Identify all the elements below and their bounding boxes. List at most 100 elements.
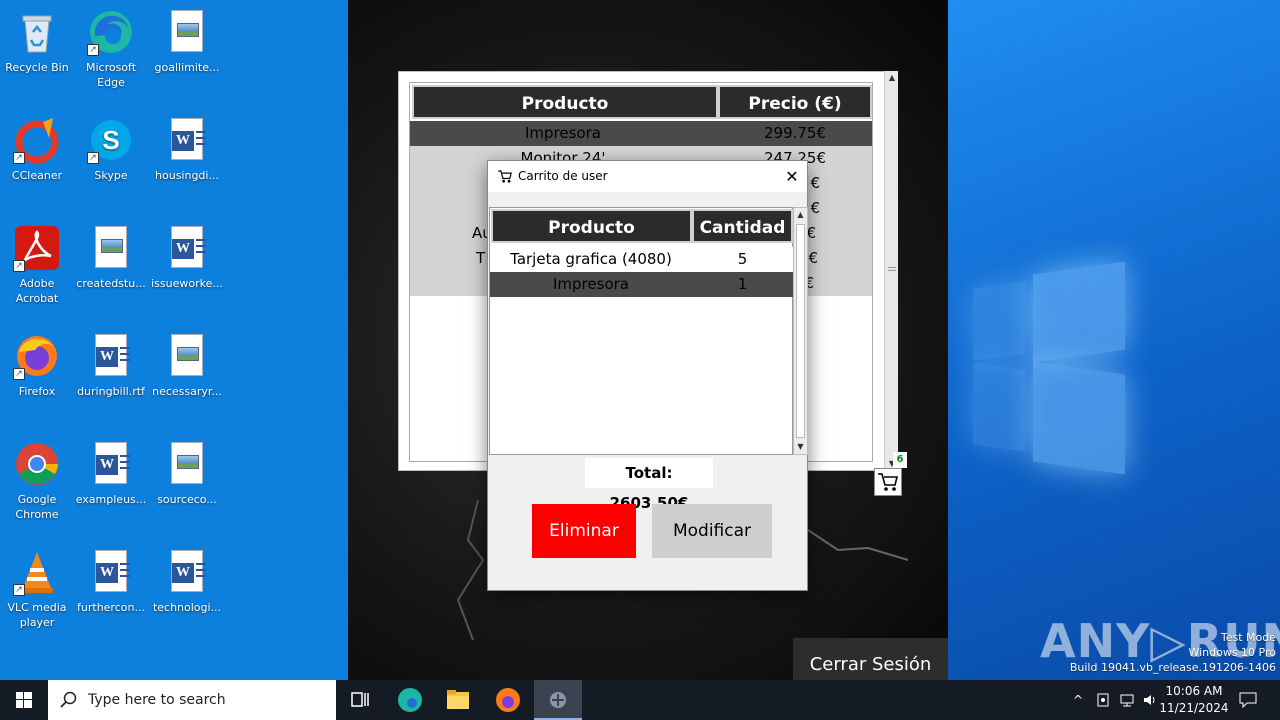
dialog-title: Carrito de user xyxy=(518,169,608,183)
tray-device-icon[interactable] xyxy=(1092,680,1114,720)
cart-dialog: Carrito de user ✕ Producto Cantidad Tarj… xyxy=(487,160,808,591)
desktop-icon-edge[interactable]: ↗ Microsoft Edge xyxy=(74,8,148,90)
edge-icon: ↗ xyxy=(87,8,135,56)
cart-table: Producto Cantidad Tarjeta grafica (4080)… xyxy=(489,207,794,455)
word-doc-icon: W xyxy=(163,116,211,164)
product-list-scrollbar[interactable]: ▲ ▼ xyxy=(884,71,898,471)
taskbar: Type here to search ^ 10:06 AM 11/21/202… xyxy=(0,680,1280,720)
desktop-icon-sourceco[interactable]: sourceco... xyxy=(150,440,224,507)
desktop-icon-label: CCleaner xyxy=(11,169,63,182)
desktop-icon-housingdi[interactable]: W housingdi... xyxy=(150,116,224,183)
word-doc-icon: W xyxy=(87,548,135,596)
search-icon xyxy=(60,691,77,708)
scroll-up-arrow-icon[interactable]: ▲ xyxy=(885,71,899,85)
recycle-bin-icon xyxy=(13,8,61,56)
scroll-thumb[interactable] xyxy=(796,224,805,438)
word-doc-icon: W xyxy=(87,440,135,488)
column-header-product[interactable]: Producto xyxy=(491,209,692,243)
scroll-up-arrow-icon[interactable]: ▲ xyxy=(794,208,807,222)
taskbar-firefox[interactable] xyxy=(484,680,532,720)
desktop-icon-necessaryr[interactable]: necessaryr... xyxy=(150,332,224,399)
cart-item-quantity: 5 xyxy=(737,250,748,268)
vlc-icon: ↗ xyxy=(13,548,61,596)
column-header-quantity[interactable]: Cantidad xyxy=(692,209,793,243)
desktop-icon-firefox[interactable]: ↗ Firefox xyxy=(0,332,74,399)
desktop-icon-duringbill[interactable]: W duringbill.rtf xyxy=(74,332,148,399)
desktop-icon-chrome[interactable]: Google Chrome xyxy=(0,440,74,522)
taskbar-clock[interactable]: 10:06 AM 11/21/2024 xyxy=(1158,683,1230,717)
desktop-icon-label: Adobe Acrobat xyxy=(15,277,59,305)
desktop-icon-label: Skype xyxy=(94,169,128,182)
notifications-button[interactable] xyxy=(1234,680,1262,720)
folder-icon xyxy=(447,690,469,709)
tray-chevron-up-icon[interactable]: ^ xyxy=(1068,680,1088,720)
desktop-icon-exampleus[interactable]: W exampleus... xyxy=(74,440,148,507)
table-row[interactable]: Impresora 1 xyxy=(490,272,794,297)
column-header-price[interactable]: Precio (€) xyxy=(718,85,872,119)
search-placeholder: Type here to search xyxy=(88,692,226,708)
close-icon[interactable]: ✕ xyxy=(777,161,807,192)
desktop-icon-label: duringbill.rtf xyxy=(77,385,145,398)
taskbar-running-app[interactable] xyxy=(534,680,582,720)
firefox-icon: ↗ xyxy=(13,332,61,380)
desktop-background-right xyxy=(948,0,1280,680)
modify-button[interactable]: Modificar xyxy=(652,504,772,558)
clock-date: 11/21/2024 xyxy=(1159,701,1229,715)
taskbar-edge[interactable] xyxy=(386,680,434,720)
skype-icon: S ↗ xyxy=(87,116,135,164)
desktop-icon-vlc[interactable]: ↗ VLC media player xyxy=(0,548,74,630)
shopping-cart-icon xyxy=(878,473,899,491)
product-name: Impresora xyxy=(525,124,601,142)
volume-icon[interactable] xyxy=(1140,680,1160,720)
desktop-icon-issueworke[interactable]: W issueworke... xyxy=(150,224,224,291)
edge-icon xyxy=(398,688,422,712)
shopping-cart-icon xyxy=(498,170,512,183)
image-file-icon xyxy=(163,8,211,56)
word-doc-icon: W xyxy=(87,332,135,380)
image-file-icon xyxy=(163,332,211,380)
build-text: Build 19041.vb_release.191206-1406 xyxy=(1069,661,1276,674)
desktop-icon-createdstu[interactable]: createdstu... xyxy=(74,224,148,291)
taskbar-file-explorer[interactable] xyxy=(434,680,482,720)
delete-button[interactable]: Eliminar xyxy=(532,504,636,558)
chrome-icon xyxy=(13,440,61,488)
test-mode-text: Test Mode xyxy=(1220,631,1276,644)
taskbar-search-box[interactable]: Type here to search xyxy=(48,680,336,720)
ccleaner-icon: ↗ xyxy=(13,116,61,164)
network-icon[interactable] xyxy=(1116,680,1138,720)
desktop-icon-furthercon[interactable]: W furthercon... xyxy=(74,548,148,615)
table-row[interactable]: Tarjeta grafica (4080) 5 xyxy=(490,247,794,272)
image-file-icon xyxy=(163,440,211,488)
table-row[interactable]: Impresora 299.75€ xyxy=(410,121,872,146)
scroll-down-arrow-icon[interactable]: ▼ xyxy=(794,440,807,454)
open-cart-button[interactable] xyxy=(874,468,902,496)
firefox-icon xyxy=(496,688,520,712)
cart-item-name: Impresora xyxy=(553,275,629,293)
desktop-icon-label: Google Chrome xyxy=(15,493,59,521)
desktop-icon-label: Microsoft Edge xyxy=(85,61,137,89)
acrobat-icon: ↗ xyxy=(13,224,61,272)
desktop-icon-label: sourceco... xyxy=(157,493,217,506)
column-header-product[interactable]: Producto xyxy=(412,85,718,119)
scroll-thumb-grip[interactable] xyxy=(888,267,896,271)
dialog-title-bar[interactable]: Carrito de user ✕ xyxy=(488,161,807,192)
cart-item-name: Tarjeta grafica (4080) xyxy=(510,250,672,268)
product-price: 299.75€ xyxy=(763,124,827,142)
notification-icon xyxy=(1239,692,1257,709)
desktop-icon-label: necessaryr... xyxy=(152,385,222,398)
cart-item-quantity: 1 xyxy=(737,275,748,293)
cart-list-scrollbar[interactable]: ▲ ▼ xyxy=(793,207,808,455)
start-button[interactable] xyxy=(0,680,48,720)
task-view-button[interactable] xyxy=(336,680,384,720)
desktop-icon-recycle-bin[interactable]: Recycle Bin xyxy=(0,8,74,75)
desktop-icon-ccleaner[interactable]: ↗ CCleaner xyxy=(0,116,74,183)
desktop-icon-skype[interactable]: S ↗ Skype xyxy=(74,116,148,183)
app-icon xyxy=(550,692,566,708)
desktop-icon-label: technologi... xyxy=(152,601,222,614)
desktop-icon-acrobat[interactable]: ↗ Adobe Acrobat xyxy=(0,224,74,306)
desktop-icon-technologi[interactable]: W technologi... xyxy=(150,548,224,615)
cart-total: Total: 2603.50€ xyxy=(585,458,713,512)
desktop-icon-goallimite[interactable]: goallimite... xyxy=(150,8,224,75)
desktop-icon-label: createdstu... xyxy=(76,277,146,290)
task-view-icon xyxy=(351,692,369,707)
